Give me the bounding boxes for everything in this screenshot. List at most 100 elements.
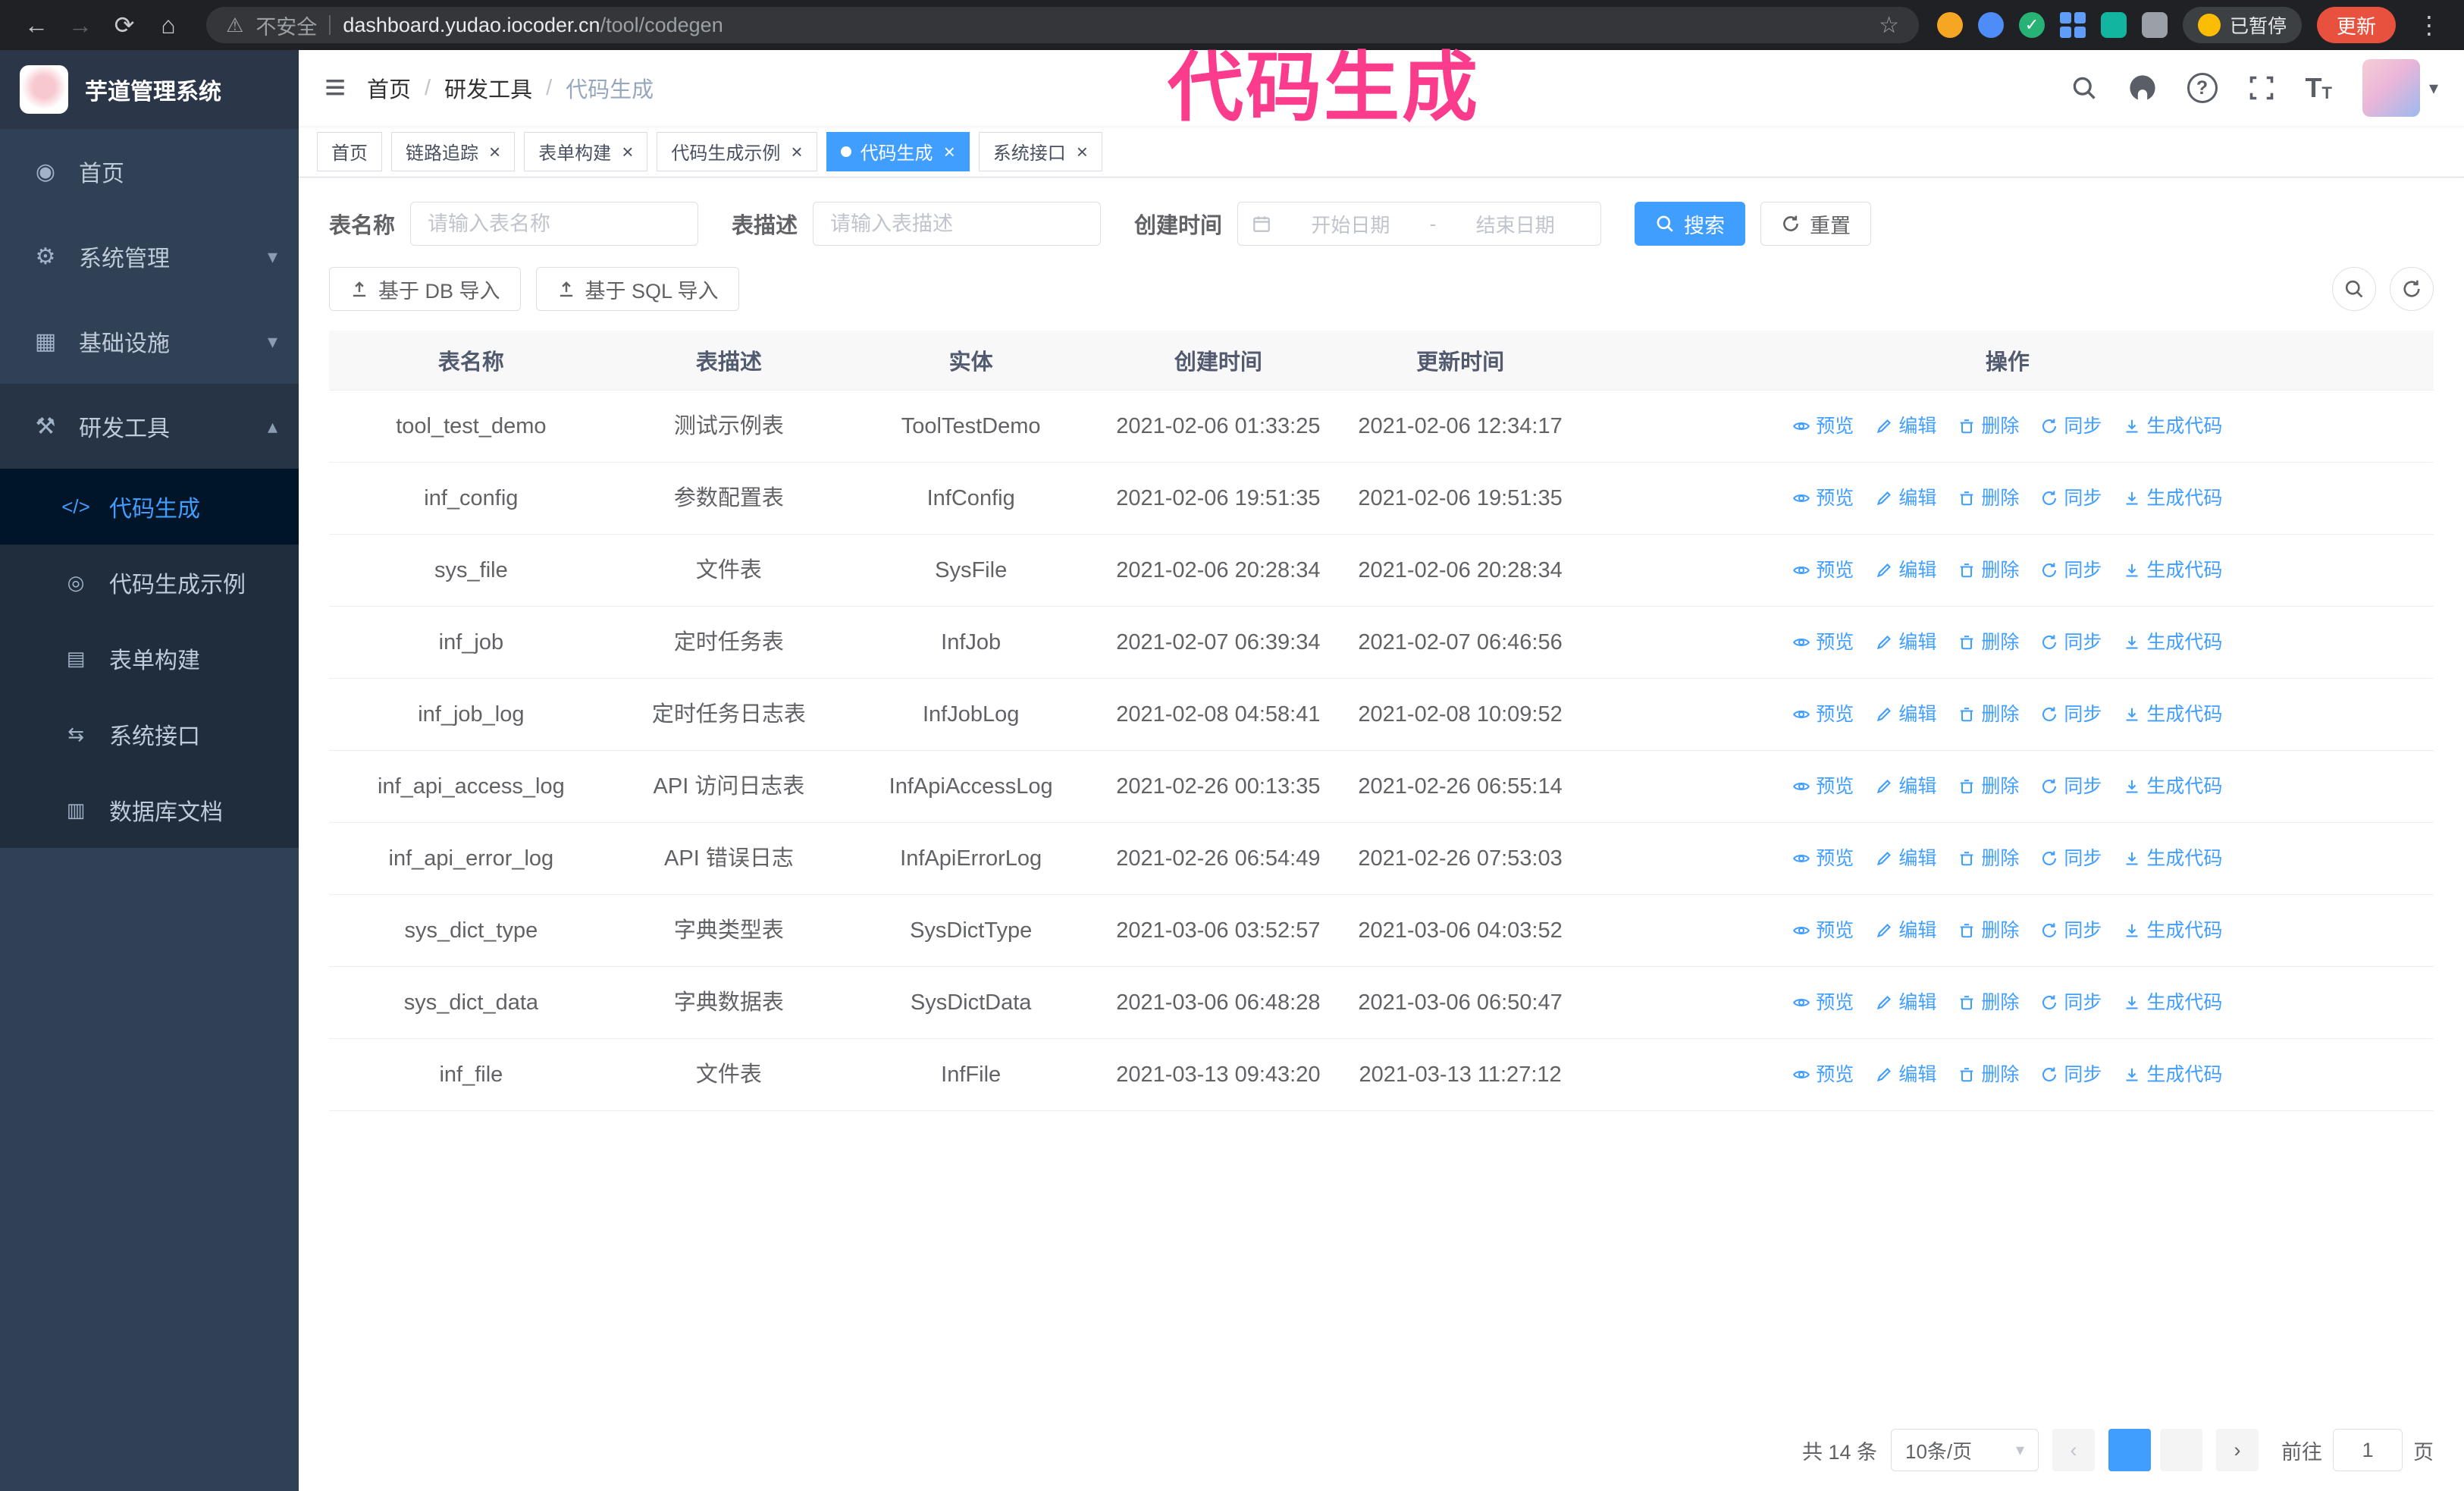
breadcrumb-home[interactable]: 首页 xyxy=(367,72,411,104)
close-icon[interactable]: × xyxy=(489,142,500,162)
hamburger-icon[interactable]: ≡ xyxy=(324,70,346,106)
generate-code-link[interactable]: 生成代码 xyxy=(2123,701,2222,728)
close-icon[interactable]: × xyxy=(622,142,633,162)
refresh-button[interactable] xyxy=(2390,267,2434,311)
generate-code-link[interactable]: 生成代码 xyxy=(2123,989,2222,1016)
sync-link[interactable]: 同步 xyxy=(2040,845,2102,872)
reset-button[interactable]: 重置 xyxy=(1760,202,1872,246)
user-avatar[interactable]: ▾ xyxy=(2362,59,2438,117)
import-db-button[interactable]: 基于 DB 导入 xyxy=(329,267,521,311)
edit-link[interactable]: 编辑 xyxy=(1875,701,1936,728)
delete-link[interactable]: 删除 xyxy=(1958,413,2019,440)
edit-link[interactable]: 编辑 xyxy=(1875,629,1936,656)
edit-link[interactable]: 编辑 xyxy=(1875,557,1936,584)
font-size-icon[interactable]: TT xyxy=(2306,74,2332,102)
close-icon[interactable]: × xyxy=(944,142,955,162)
edit-link[interactable]: 编辑 xyxy=(1875,989,1936,1016)
preview-link[interactable]: 预览 xyxy=(1792,845,1854,872)
preview-link[interactable]: 预览 xyxy=(1792,701,1854,728)
date-range-picker[interactable]: 开始日期 - 结束日期 xyxy=(1237,202,1602,246)
address-bar[interactable]: ⚠ 不安全 dashboard.yudao.iocoder.cn/tool/co… xyxy=(206,7,1919,43)
sync-link[interactable]: 同步 xyxy=(2040,989,2102,1016)
sidebar-item-codegen-demo[interactable]: ◎ 代码生成示例 xyxy=(0,545,299,620)
fullscreen-icon[interactable] xyxy=(2248,74,2275,102)
home-icon[interactable]: ⌂ xyxy=(149,5,188,45)
sync-link[interactable]: 同步 xyxy=(2040,413,2102,440)
paused-badge[interactable]: 已暂停 xyxy=(2182,7,2302,43)
end-date-input[interactable]: 结束日期 xyxy=(1444,210,1587,238)
back-icon[interactable]: ← xyxy=(17,5,56,45)
preview-link[interactable]: 预览 xyxy=(1792,485,1854,512)
reload-icon[interactable]: ⟳ xyxy=(105,5,144,45)
edit-link[interactable]: 编辑 xyxy=(1875,845,1936,872)
generate-code-link[interactable]: 生成代码 xyxy=(2123,1061,2222,1088)
extension-icon[interactable] xyxy=(1977,12,2004,38)
help-icon[interactable]: ? xyxy=(2187,73,2218,103)
generate-code-link[interactable]: 生成代码 xyxy=(2123,773,2222,800)
sidebar-item-api[interactable]: ⇆ 系统接口 xyxy=(0,696,299,772)
search-icon[interactable] xyxy=(2071,74,2098,102)
preview-link[interactable]: 预览 xyxy=(1792,989,1854,1016)
breadcrumb-devtools[interactable]: 研发工具 xyxy=(444,72,532,104)
edit-link[interactable]: 编辑 xyxy=(1875,485,1936,512)
page-button[interactable] xyxy=(2108,1429,2151,1471)
sync-link[interactable]: 同步 xyxy=(2040,917,2102,944)
toggle-search-button[interactable] xyxy=(2332,267,2376,311)
sync-link[interactable]: 同步 xyxy=(2040,557,2102,584)
update-button[interactable]: 更新 xyxy=(2316,7,2396,43)
delete-link[interactable]: 删除 xyxy=(1958,989,2019,1016)
extension-icon[interactable] xyxy=(1936,12,1963,38)
browser-menu-icon[interactable]: ⋮ xyxy=(2411,11,2447,39)
generate-code-link[interactable]: 生成代码 xyxy=(2123,917,2222,944)
delete-link[interactable]: 删除 xyxy=(1958,845,2019,872)
table-name-input[interactable] xyxy=(410,202,699,246)
start-date-input[interactable]: 开始日期 xyxy=(1279,210,1422,238)
generate-code-link[interactable]: 生成代码 xyxy=(2123,413,2222,440)
sync-link[interactable]: 同步 xyxy=(2040,629,2102,656)
preview-link[interactable]: 预览 xyxy=(1792,1061,1854,1088)
generate-code-link[interactable]: 生成代码 xyxy=(2123,629,2222,656)
sidebar-item-form-builder[interactable]: ▤ 表单构建 xyxy=(0,620,299,696)
close-icon[interactable]: × xyxy=(1077,142,1088,162)
sync-link[interactable]: 同步 xyxy=(2040,701,2102,728)
github-icon[interactable] xyxy=(2128,74,2157,102)
close-icon[interactable]: × xyxy=(791,142,802,162)
preview-link[interactable]: 预览 xyxy=(1792,773,1854,800)
extensions-puzzle-icon[interactable] xyxy=(2141,12,2168,38)
preview-link[interactable]: 预览 xyxy=(1792,413,1854,440)
generate-code-link[interactable]: 生成代码 xyxy=(2123,485,2222,512)
delete-link[interactable]: 删除 xyxy=(1958,557,2019,584)
tab-tracing[interactable]: 链路追踪 × xyxy=(391,131,516,171)
generate-code-link[interactable]: 生成代码 xyxy=(2123,845,2222,872)
forward-icon[interactable]: → xyxy=(61,5,100,45)
sync-link[interactable]: 同步 xyxy=(2040,773,2102,800)
delete-link[interactable]: 删除 xyxy=(1958,701,2019,728)
table-desc-input[interactable] xyxy=(813,202,1102,246)
prev-page-button[interactable]: ‹ xyxy=(2052,1429,2095,1471)
generate-code-link[interactable]: 生成代码 xyxy=(2123,557,2222,584)
edit-link[interactable]: 编辑 xyxy=(1875,1061,1936,1088)
edit-link[interactable]: 编辑 xyxy=(1875,917,1936,944)
edit-link[interactable]: 编辑 xyxy=(1875,773,1936,800)
sidebar-item-infra[interactable]: ▦ 基础设施 ▾ xyxy=(0,299,299,384)
import-sql-button[interactable]: 基于 SQL 导入 xyxy=(535,267,739,311)
delete-link[interactable]: 删除 xyxy=(1958,1061,2019,1088)
bookmark-star-icon[interactable]: ☆ xyxy=(1879,12,1899,39)
search-button[interactable]: 搜索 xyxy=(1635,202,1746,246)
delete-link[interactable]: 删除 xyxy=(1958,485,2019,512)
app-logo[interactable]: 芋道管理系统 xyxy=(0,50,299,129)
tab-api[interactable]: 系统接口 × xyxy=(978,131,1102,171)
page-button[interactable] xyxy=(2160,1429,2202,1471)
extension-icon[interactable] xyxy=(2100,12,2127,38)
preview-link[interactable]: 预览 xyxy=(1792,917,1854,944)
goto-page-input[interactable] xyxy=(2333,1429,2403,1471)
sidebar-item-home[interactable]: ◉ 首页 xyxy=(0,129,299,214)
sidebar-item-system[interactable]: ⚙ 系统管理 ▾ xyxy=(0,214,299,299)
tab-form-builder[interactable]: 表单构建 × xyxy=(524,131,648,171)
preview-link[interactable]: 预览 xyxy=(1792,557,1854,584)
sidebar-item-db-doc[interactable]: ▥ 数据库文档 xyxy=(0,772,299,848)
sidebar-item-devtools[interactable]: ⚒ 研发工具 ▴ xyxy=(0,384,299,469)
preview-link[interactable]: 预览 xyxy=(1792,629,1854,656)
sidebar-item-codegen[interactable]: </> 代码生成 xyxy=(0,469,299,545)
tab-home[interactable]: 首页 xyxy=(317,131,382,171)
